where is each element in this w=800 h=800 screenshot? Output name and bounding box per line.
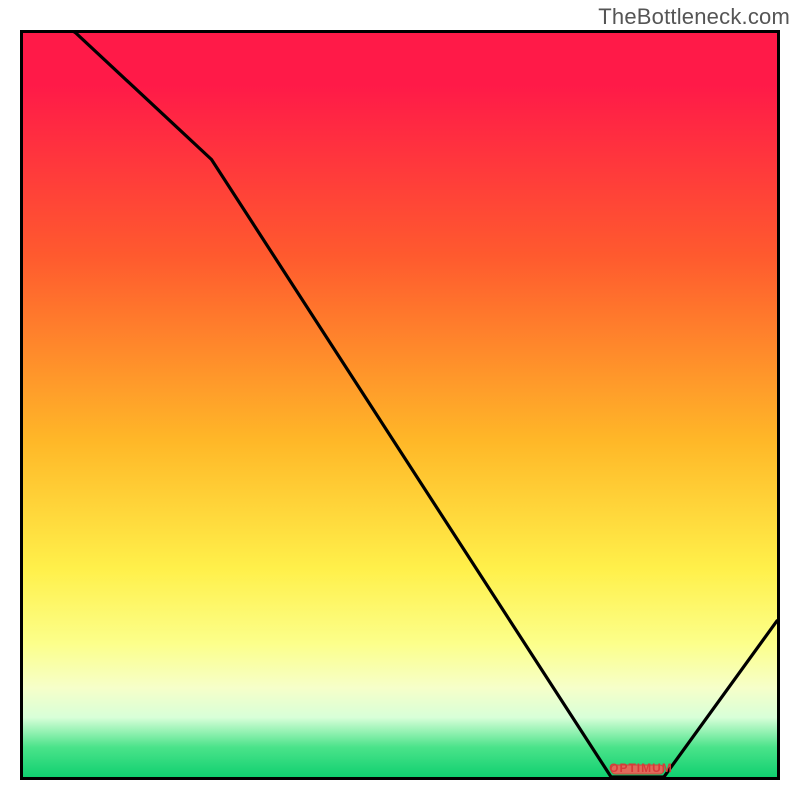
- optimum-label: OPTIMUM: [609, 761, 666, 775]
- bottleneck-curve: [23, 33, 777, 777]
- curve-layer: [23, 33, 777, 777]
- chart-plot-area: OPTIMUM: [20, 30, 780, 780]
- watermark-text: TheBottleneck.com: [598, 4, 790, 30]
